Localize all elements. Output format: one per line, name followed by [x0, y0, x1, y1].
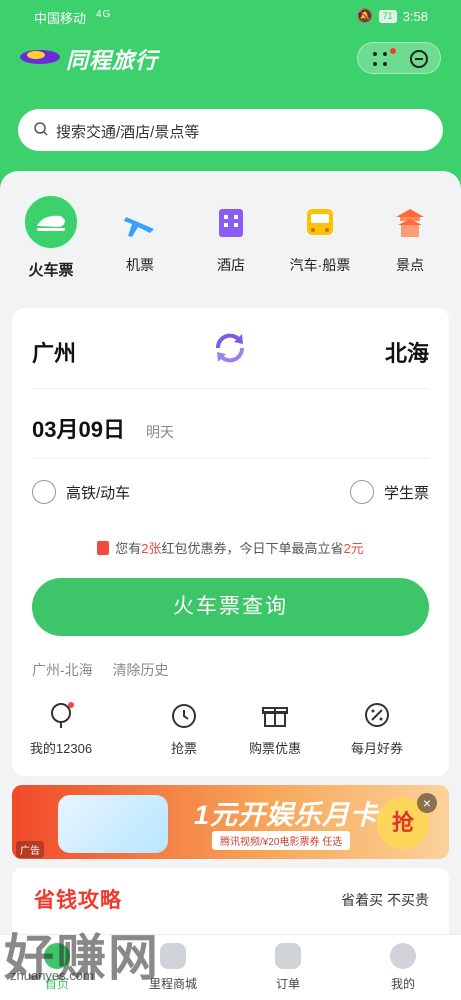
quick-grab-ticket[interactable]: 抢票 — [139, 700, 229, 757]
highspeed-label: 高铁/动车 — [66, 484, 131, 502]
clock-time: 3:58 — [402, 8, 428, 24]
search-history: 广州-北海 清除历史 — [32, 660, 185, 680]
attraction-icon — [390, 203, 430, 243]
logo-icon — [20, 50, 60, 64]
quick-label: 每月好券 — [350, 741, 403, 756]
plane-icon — [120, 203, 160, 243]
clear-history-link[interactable]: 清除历史 — [113, 662, 169, 678]
category-hotel[interactable]: 酒店 — [186, 203, 276, 275]
departure-date[interactable]: 03月09日 — [32, 412, 125, 444]
watermark-url: zhuanyes.com — [10, 968, 94, 983]
quick-discount[interactable]: 购票优惠 — [230, 700, 320, 757]
category-bus-ferry[interactable]: 汽车·船票 — [275, 203, 365, 275]
student-label: 学生票 — [383, 484, 429, 502]
more-icon[interactable] — [372, 51, 388, 67]
ad-banner[interactable]: 1元开娱乐月卡 腾讯视频/¥20电影票券 任选 抢 广告 × — [12, 785, 449, 859]
from-city[interactable]: 广州 — [32, 336, 76, 368]
divider — [32, 458, 429, 459]
signal-indicator: 4G — [96, 9, 112, 20]
search-tickets-button[interactable]: 火车票查询 — [32, 578, 429, 636]
coupon-amount: 2元 — [343, 541, 364, 556]
radio-circle-icon — [349, 480, 374, 504]
app-name: 同程旅行 — [66, 48, 159, 73]
mini-program-capsule[interactable] — [357, 42, 441, 74]
notification-dot — [390, 48, 396, 54]
profile-icon — [390, 943, 416, 969]
student-ticket-checkbox[interactable]: 学生票 — [349, 480, 429, 504]
highspeed-checkbox[interactable]: 高铁/动车 — [32, 480, 130, 504]
search-placeholder: 搜索交通/酒店/景点等 — [56, 124, 200, 141]
category-label: 机票 — [126, 257, 154, 273]
category-label: 火车票 — [28, 262, 74, 279]
banner-headline: 1元开娱乐月卡 — [194, 800, 379, 830]
mall-icon — [160, 943, 186, 969]
ad-label: 广告 — [16, 841, 44, 858]
carrier-name: 中国移动 — [34, 11, 87, 26]
category-nav: 火车票 机票 酒店 汽车·船票 景点 — [0, 171, 461, 301]
clock-icon — [169, 700, 199, 730]
status-bar: 中国移动 4G 🔕 71 3:58 — [0, 0, 461, 32]
close-minimize-icon[interactable] — [410, 50, 428, 68]
coupon-count: 2张 — [141, 541, 162, 556]
category-label: 汽车·船票 — [289, 257, 351, 273]
search-icon — [34, 122, 48, 136]
red-packet-icon — [97, 541, 110, 555]
section-title: 省钱攻略 — [34, 889, 122, 912]
history-item[interactable]: 广州-北海 — [32, 662, 93, 678]
my12306-icon — [46, 700, 76, 730]
category-flight[interactable]: 机票 — [95, 203, 185, 275]
bus-icon — [300, 203, 340, 243]
quick-monthly-coupon[interactable]: 每月好券 — [332, 700, 422, 757]
hotel-icon — [211, 203, 251, 243]
close-icon[interactable]: × — [417, 793, 437, 813]
radio-circle-icon — [32, 480, 56, 504]
mute-icon: 🔕 — [356, 8, 373, 23]
divider — [32, 388, 429, 389]
tab-profile[interactable]: 我的 — [358, 943, 448, 992]
date-weekday: 明天 — [146, 424, 174, 440]
app-header: 同程旅行 — [0, 38, 461, 78]
to-city[interactable]: 北海 — [385, 336, 429, 368]
banner-subline: 腾讯视频/¥20电影票券 任选 — [212, 831, 351, 850]
video-app-icon — [58, 795, 168, 853]
booking-card: 广州 北海 03月09日 明天 高铁/动车 学生票 您有2张红包优惠券，今日下单… — [12, 308, 449, 776]
battery-icon: 71 — [378, 9, 397, 23]
quick-label: 购票优惠 — [248, 741, 301, 756]
section-slogan: 省着买 不买贵 — [341, 892, 429, 908]
quick-my12306[interactable]: 我的12306 — [16, 700, 106, 757]
tab-orders[interactable]: 订单 — [243, 943, 333, 992]
swap-icon[interactable] — [212, 330, 248, 366]
train-icon — [22, 193, 80, 251]
quick-label: 我的12306 — [29, 741, 93, 756]
coupon-notice[interactable]: 您有2张红包优惠券，今日下单最高立省2元 — [12, 538, 449, 557]
category-attraction[interactable]: 景点 — [365, 203, 455, 275]
coupon-icon — [362, 700, 392, 730]
quick-label: 抢票 — [170, 741, 197, 756]
category-label: 酒店 — [217, 257, 245, 273]
category-label: 景点 — [396, 257, 424, 273]
category-train[interactable]: 火车票 — [6, 193, 96, 280]
search-input[interactable]: 搜索交通/酒店/景点等 — [18, 109, 443, 151]
orders-icon — [275, 943, 301, 969]
gift-icon — [260, 700, 290, 730]
